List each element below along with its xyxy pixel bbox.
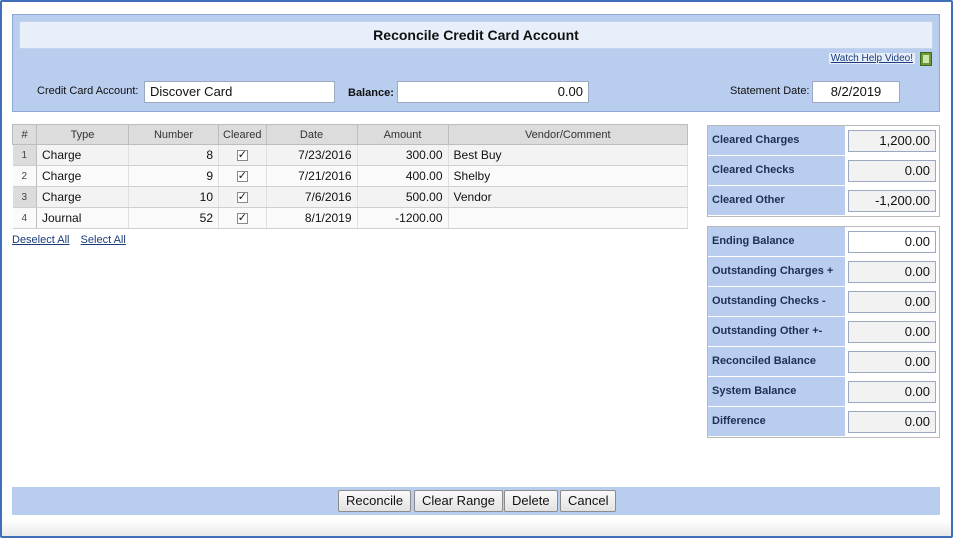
cleared-checkbox[interactable] xyxy=(236,169,248,183)
summary-row-cleared-charges: Cleared Charges 1,200.00 xyxy=(708,126,939,156)
row-amount[interactable]: 400.00 xyxy=(357,165,449,187)
summary-row-cleared-other: Cleared Other -1,200.00 xyxy=(708,186,939,216)
clear-range-button[interactable]: Clear Range xyxy=(414,490,503,512)
summary-label: Reconciled Balance xyxy=(708,347,845,377)
summary-value: 0.00 xyxy=(848,411,936,433)
summary-value: 0.00 xyxy=(848,321,936,343)
col-header-cleared[interactable]: Cleared xyxy=(218,124,267,145)
summary-row-difference: Difference 0.00 xyxy=(708,407,939,437)
cleared-checkbox[interactable] xyxy=(236,148,248,162)
col-header-num[interactable]: # xyxy=(12,124,37,145)
row-number-value[interactable]: 10 xyxy=(128,186,219,208)
summary-value: 0.00 xyxy=(848,160,936,182)
row-type[interactable]: Charge xyxy=(36,186,129,208)
ending-balance-input[interactable]: 0.00 xyxy=(848,231,936,253)
row-date[interactable]: 7/6/2016 xyxy=(266,186,358,208)
row-amount[interactable]: 500.00 xyxy=(357,186,449,208)
row-number: 3 xyxy=(12,186,37,208)
summary-row-outstanding-charges: Outstanding Charges + 0.00 xyxy=(708,257,939,287)
summary-label: Outstanding Checks - xyxy=(708,287,845,317)
reconcile-window: Reconcile Credit Card Account Watch Help… xyxy=(0,0,953,538)
statement-date-field[interactable]: 8/2/2019 xyxy=(812,81,900,103)
window-bottom-edge xyxy=(2,520,951,536)
reconcile-button[interactable]: Reconcile xyxy=(338,490,412,512)
row-number-value[interactable]: 52 xyxy=(128,207,219,229)
row-vendor[interactable] xyxy=(448,207,689,229)
row-date[interactable]: 8/1/2019 xyxy=(266,207,358,229)
table-row[interactable]: 3 Charge 10 7/6/2016 500.00 Vendor xyxy=(12,186,689,208)
summary-value: -1,200.00 xyxy=(848,190,936,212)
row-vendor[interactable]: Best Buy xyxy=(448,144,689,166)
row-type[interactable]: Charge xyxy=(36,165,129,187)
watch-help-video-link[interactable]: Watch Help Video! xyxy=(828,53,915,64)
summary-label: Outstanding Other +- xyxy=(708,317,845,347)
cleared-summary-panel: Cleared Charges 1,200.00 Cleared Checks … xyxy=(707,125,940,217)
col-header-date[interactable]: Date xyxy=(265,124,358,145)
statement-date-label: Statement Date: xyxy=(730,85,810,97)
summary-label: Cleared Other xyxy=(708,186,845,216)
table-row[interactable]: 4 Journal 52 8/1/2019 -1200.00 xyxy=(12,207,689,229)
row-number: 1 xyxy=(12,144,37,166)
summary-row-cleared-checks: Cleared Checks 0.00 xyxy=(708,156,939,186)
row-vendor[interactable]: Vendor xyxy=(448,186,689,208)
summary-row-ending-balance: Ending Balance 0.00 xyxy=(708,227,939,257)
table-row[interactable]: 1 Charge 8 7/23/2016 300.00 Best Buy xyxy=(12,144,689,166)
summary-value: 0.00 xyxy=(848,291,936,313)
col-header-amount[interactable]: Amount xyxy=(356,124,449,145)
transactions-table: # Type Number Cleared Date Amount Vendor… xyxy=(12,124,689,229)
credit-card-account-field[interactable]: Discover Card xyxy=(144,81,335,103)
summary-value: 1,200.00 xyxy=(848,130,936,152)
cancel-button[interactable]: Cancel xyxy=(560,490,617,512)
cleared-checkbox[interactable] xyxy=(236,190,248,204)
select-all-link[interactable]: Select All xyxy=(81,234,126,246)
row-amount[interactable]: -1200.00 xyxy=(357,207,449,229)
summary-row-reconciled-balance: Reconciled Balance 0.00 xyxy=(708,347,939,377)
page-title: Reconcile Credit Card Account xyxy=(19,21,933,49)
table-row[interactable]: 2 Charge 9 7/21/2016 400.00 Shelby xyxy=(12,165,689,187)
summary-row-outstanding-checks: Outstanding Checks - 0.00 xyxy=(708,287,939,317)
row-cleared-cell xyxy=(218,144,267,166)
row-date[interactable]: 7/23/2016 xyxy=(266,144,358,166)
row-number-value[interactable]: 9 xyxy=(128,165,219,187)
row-cleared-cell xyxy=(218,207,267,229)
cleared-checkbox[interactable] xyxy=(236,211,248,225)
row-date[interactable]: 7/21/2016 xyxy=(266,165,358,187)
balance-label: Balance: xyxy=(348,87,394,99)
col-header-type[interactable]: Type xyxy=(36,124,129,145)
col-header-vendor-comment[interactable]: Vendor/Comment xyxy=(447,124,689,145)
row-number: 4 xyxy=(12,207,37,229)
col-header-number[interactable]: Number xyxy=(128,124,219,145)
summary-label: Cleared Checks xyxy=(708,156,845,186)
summary-value: 0.00 xyxy=(848,261,936,283)
row-amount[interactable]: 300.00 xyxy=(357,144,449,166)
summary-label: Cleared Charges xyxy=(708,126,845,156)
summary-value: 0.00 xyxy=(848,351,936,373)
film-icon[interactable] xyxy=(920,52,932,66)
header-panel: Reconcile Credit Card Account Watch Help… xyxy=(12,14,940,112)
summary-label: System Balance xyxy=(708,377,845,407)
summary-value: 0.00 xyxy=(848,381,936,403)
row-type[interactable]: Charge xyxy=(36,144,129,166)
summary-row-system-balance: System Balance 0.00 xyxy=(708,377,939,407)
row-type[interactable]: Journal xyxy=(36,207,129,229)
summary-label: Ending Balance xyxy=(708,227,845,257)
row-cleared-cell xyxy=(218,165,267,187)
summary-label: Outstanding Charges + xyxy=(708,257,845,287)
row-number-value[interactable]: 8 xyxy=(128,144,219,166)
deselect-all-link[interactable]: Deselect All xyxy=(12,234,69,246)
selection-links: Deselect All Select All xyxy=(12,234,134,246)
balance-field[interactable]: 0.00 xyxy=(397,81,589,103)
delete-button[interactable]: Delete xyxy=(504,490,558,512)
row-cleared-cell xyxy=(218,186,267,208)
table-header-row: # Type Number Cleared Date Amount Vendor… xyxy=(12,124,689,145)
balance-summary-panel: Ending Balance 0.00 Outstanding Charges … xyxy=(707,226,940,438)
row-number: 2 xyxy=(12,165,37,187)
summary-label: Difference xyxy=(708,407,845,437)
summary-row-outstanding-other: Outstanding Other +- 0.00 xyxy=(708,317,939,347)
footer-toolbar: Reconcile Clear Range Delete Cancel xyxy=(12,487,940,515)
row-vendor[interactable]: Shelby xyxy=(448,165,689,187)
credit-card-account-label: Credit Card Account: xyxy=(37,85,139,97)
